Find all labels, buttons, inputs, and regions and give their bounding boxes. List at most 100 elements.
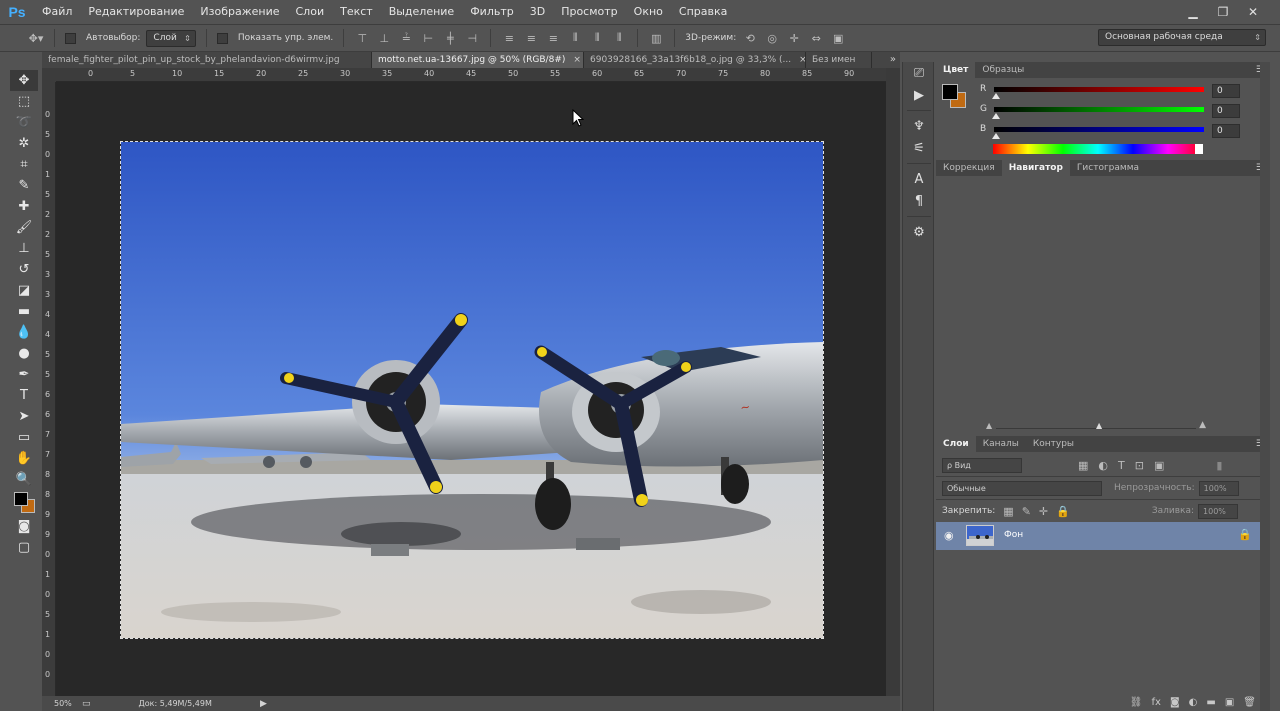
align-right-icon[interactable]: ⊣ (464, 30, 480, 46)
new-adjustment-icon[interactable]: ◐ (1189, 697, 1198, 708)
autoselect-checkbox[interactable] (65, 32, 76, 44)
color-panel-foreground-swatch[interactable] (942, 84, 958, 100)
quick-mask-icon[interactable]: ◙ (10, 516, 38, 537)
pen-tool-icon[interactable]: ✒ (10, 364, 38, 385)
brush-settings-icon[interactable]: ⚟ (906, 137, 932, 159)
shape-tool-icon[interactable]: ▭ (10, 427, 38, 448)
green-slider-track[interactable] (994, 107, 1204, 112)
fill-field[interactable]: 100% (1198, 503, 1239, 519)
restore-button[interactable]: ❐ (1210, 3, 1236, 21)
panels-scrollbar[interactable] (1260, 62, 1270, 711)
history-brush-tool-icon[interactable]: ↺ (10, 259, 38, 280)
hand-tool-icon[interactable]: ✋ (10, 448, 38, 469)
paragraph-panel-icon[interactable]: ¶ (906, 190, 932, 212)
slider-blue[interactable]: B 0 (980, 124, 1280, 142)
distribute-top-icon[interactable]: ≡ (501, 30, 517, 46)
slider-red[interactable]: R 0 (980, 84, 1280, 102)
screen-mode-icon[interactable]: ▢ (10, 537, 38, 558)
move-tool-preset-icon[interactable]: ✥▾ (28, 30, 44, 46)
layer-filter-dropdown[interactable]: ρ Вид (942, 457, 1022, 473)
doc-tab-3[interactable]: 6903928166_33a13f6b18_o.jpg @ 33,3% (...… (584, 52, 806, 68)
blue-slider-track[interactable] (994, 127, 1204, 132)
vertical-scrollbar[interactable] (886, 68, 900, 696)
brush-tool-icon[interactable]: 🖌 (10, 217, 38, 238)
auto-align-icon[interactable]: ▥ (648, 30, 664, 46)
filter-adjustment-icon[interactable]: ◐ (1098, 459, 1108, 472)
eyedropper-tool-icon[interactable]: ✎ (10, 175, 38, 196)
menu-3d[interactable]: 3D (522, 0, 553, 24)
filter-toggle-icon[interactable]: ▮ (1216, 459, 1222, 472)
clone-stamp-tool-icon[interactable]: ⊥ (10, 238, 38, 259)
align-bottom-icon[interactable]: ≟ (398, 30, 414, 46)
3d-pan-icon[interactable]: ✛ (786, 30, 802, 46)
3d-roll-icon[interactable]: ◎ (764, 30, 780, 46)
lock-position-icon[interactable]: ✛ (1039, 505, 1048, 518)
doc-tab-4[interactable]: Без имен (806, 52, 872, 68)
delete-layer-icon[interactable]: 🗑 (1243, 697, 1256, 708)
doc-tab-1[interactable]: female_fighter_pilot_pin_up_stock_by_phe… (42, 52, 372, 68)
actions-panel-icon[interactable]: ▶ (906, 84, 932, 106)
close-tab-icon[interactable]: × (799, 55, 805, 65)
vertical-ruler[interactable]: 05015225334455667788990105100 (42, 82, 56, 696)
blue-slider-thumb[interactable] (992, 133, 1000, 139)
spectrum-white-swatch[interactable] (1195, 144, 1203, 154)
move-tool-icon[interactable]: ✥ (10, 70, 38, 91)
path-selection-tool-icon[interactable]: ➤ (10, 406, 38, 427)
tab-channels[interactable]: Каналы (976, 436, 1026, 452)
distribute-right-icon[interactable]: ⫴ (611, 30, 627, 46)
color-spectrum-bar[interactable] (993, 144, 1203, 154)
menu-type[interactable]: Текст (332, 0, 381, 24)
distribute-vcenter-icon[interactable]: ≡ (523, 30, 539, 46)
align-hcenter-icon[interactable]: ╪ (442, 30, 458, 46)
dodge-tool-icon[interactable]: ● (10, 343, 38, 364)
tab-navigator[interactable]: Навигатор (1001, 160, 1070, 176)
tab-color[interactable]: Цвет (936, 62, 976, 78)
tab-swatches[interactable]: Образцы (975, 62, 1031, 78)
healing-brush-tool-icon[interactable]: ✚ (10, 196, 38, 217)
show-transform-checkbox[interactable] (216, 32, 228, 44)
doc-tab-2[interactable]: motto.net.ua-13667.jpg @ 50% (RGB/8#) × (372, 52, 584, 68)
magic-wand-tool-icon[interactable]: ✲ (10, 133, 38, 154)
properties-panel-icon[interactable]: ⚙ (906, 221, 932, 243)
horizontal-ruler[interactable]: 05101520253035404550556065707580859095 (56, 68, 896, 82)
tab-layers[interactable]: Слои (936, 436, 976, 452)
align-vcenter-icon[interactable]: ⊥ (376, 30, 392, 46)
zoom-out-icon[interactable]: ▲ (986, 421, 992, 430)
distribute-bottom-icon[interactable]: ≡ (545, 30, 561, 46)
red-slider-thumb[interactable] (992, 93, 1000, 99)
distribute-left-icon[interactable]: ⫴ (567, 30, 583, 46)
zoom-level[interactable]: 50% (42, 699, 76, 708)
lock-transparency-icon[interactable]: ▦ (1003, 505, 1013, 518)
slider-green[interactable]: G 0 (980, 104, 1280, 122)
opacity-field[interactable]: 100% (1198, 480, 1239, 496)
layer-row-background[interactable]: ◉ Фон 🔒 (936, 522, 1260, 550)
layer-lock-icon[interactable]: 🔒 (1238, 528, 1252, 541)
align-left-icon[interactable]: ⊢ (420, 30, 436, 46)
filter-pixel-icon[interactable]: ▦ (1078, 459, 1088, 472)
add-mask-icon[interactable]: ◙ (1170, 697, 1180, 708)
close-tab-icon[interactable]: × (573, 55, 581, 65)
history-panel-icon[interactable]: ⎚ (906, 62, 932, 84)
blur-tool-icon[interactable]: 💧 (10, 322, 38, 343)
green-value-field[interactable]: 0 (1212, 104, 1240, 118)
lock-all-icon[interactable]: 🔒 (1056, 505, 1070, 518)
tab-histogram[interactable]: Гистограмма (1070, 160, 1146, 176)
navigator-zoom-slider[interactable]: ▲ ▲ ▲ (986, 420, 1206, 432)
menu-layers[interactable]: Слои (288, 0, 333, 24)
menu-image[interactable]: Изображение (192, 0, 287, 24)
workspace-dropdown[interactable]: Основная рабочая среда (1098, 29, 1266, 46)
new-layer-icon[interactable]: ▣ (1225, 697, 1234, 708)
eraser-tool-icon[interactable]: ◪ (10, 280, 38, 301)
3d-scale-icon[interactable]: ▣ (830, 30, 846, 46)
new-group-icon[interactable]: ▬ (1206, 697, 1215, 708)
visibility-eye-icon[interactable]: ◉ (944, 529, 954, 542)
foreground-color-swatch[interactable] (14, 492, 28, 506)
color-swatches[interactable] (10, 490, 38, 516)
crop-tool-icon[interactable]: ⌗ (10, 154, 38, 175)
distribute-hcenter-icon[interactable]: ⫴ (589, 30, 605, 46)
status-menu-arrow-icon[interactable]: ▶ (260, 699, 267, 709)
close-button[interactable]: ✕ (1240, 3, 1266, 21)
marquee-tool-icon[interactable]: ⬚ (10, 91, 38, 112)
brush-presets-icon[interactable]: ♆ (906, 115, 932, 137)
menu-window[interactable]: Окно (626, 0, 671, 24)
